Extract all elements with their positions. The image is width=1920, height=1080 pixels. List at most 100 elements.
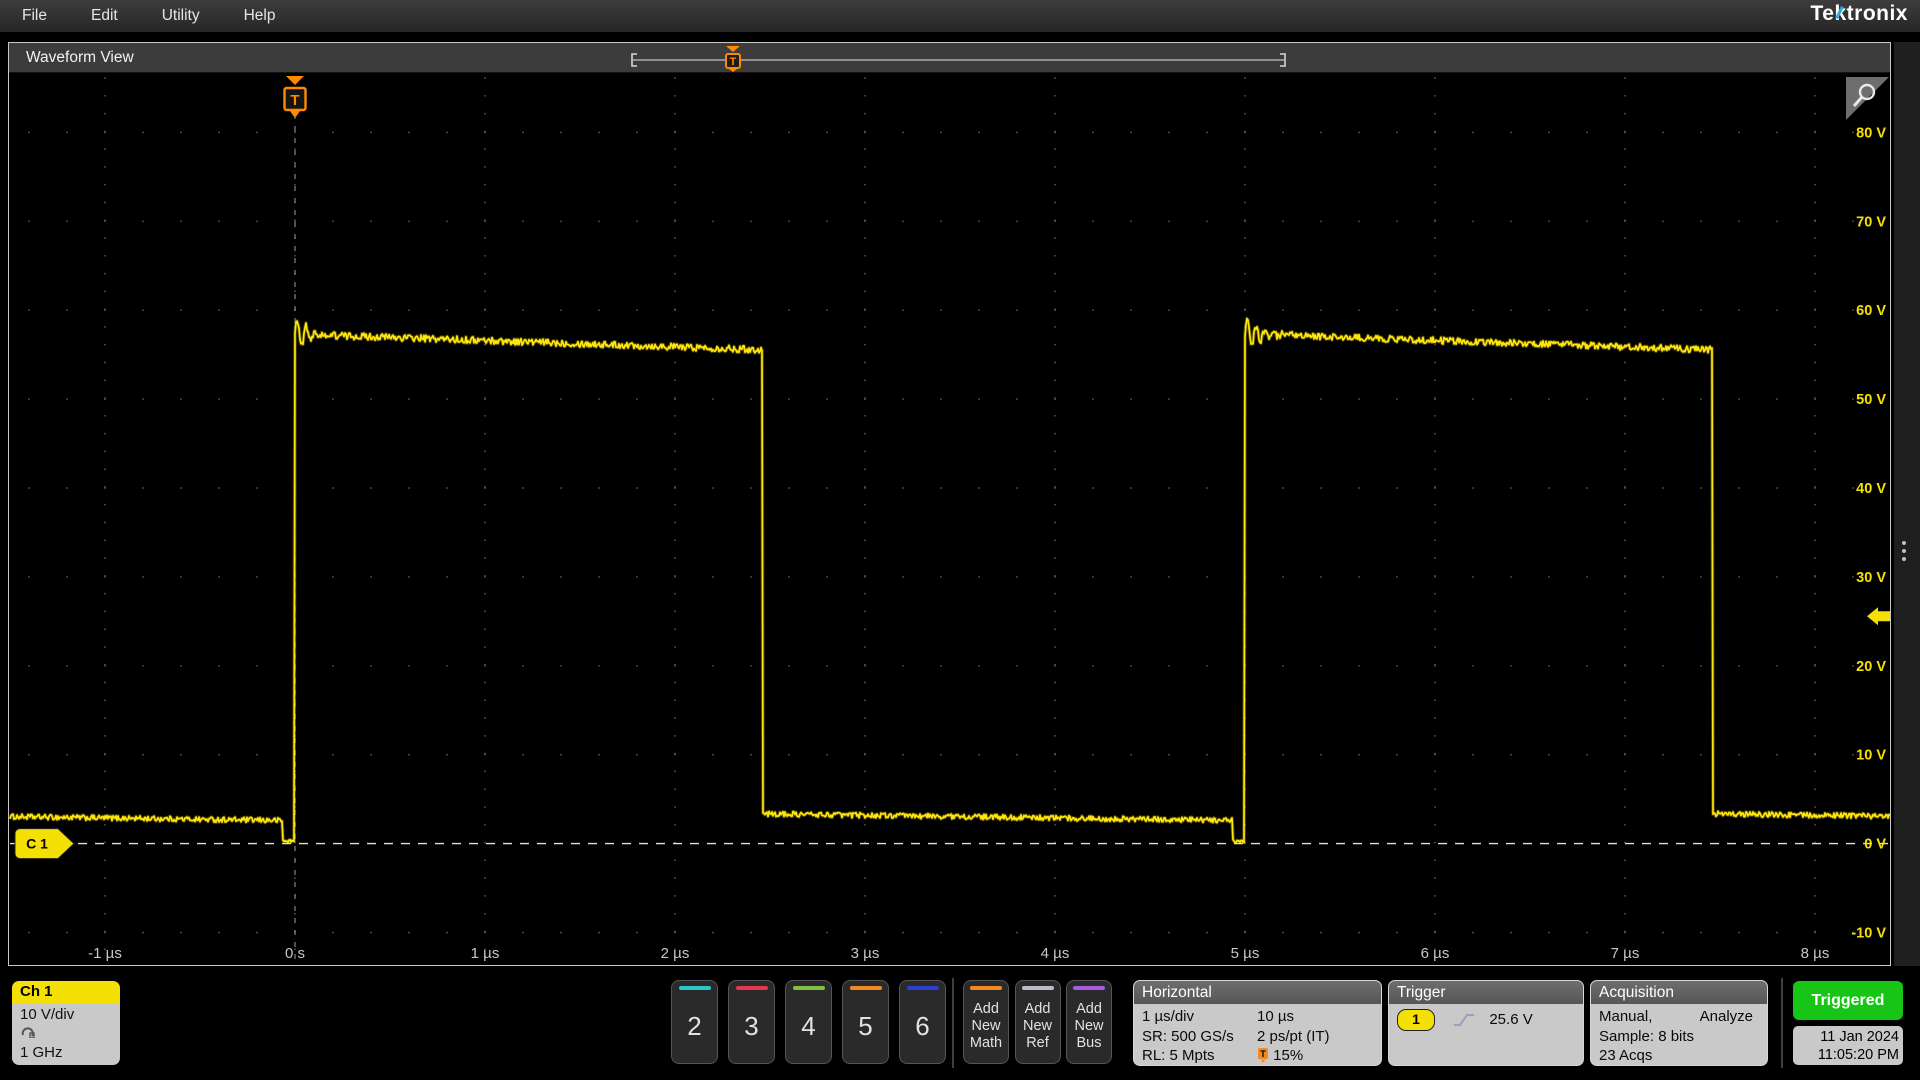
menu-item-utility[interactable]: Utility [140, 0, 222, 32]
horizontal-resolution: 2 ps/pt (IT) [1257, 1027, 1330, 1047]
x-axis-label: 6 µs [1421, 945, 1450, 962]
horizontal-panel[interactable]: Horizontal 1 µs/div 10 µs SR: 500 GS/s 2… [1133, 980, 1382, 1066]
handle-dot [1902, 549, 1906, 553]
channel-button-label: 4 [801, 990, 815, 1063]
divider [952, 978, 954, 1068]
waveform-trace-ch1 [10, 319, 1890, 843]
trigger-panel[interactable]: Trigger 1 25.6 V [1388, 980, 1584, 1066]
date-text: 11 Jan 2024 [1793, 1028, 1899, 1046]
waveform-view-panel: Waveform View T 80 V 70 V 60 V 50 V 40 V 30 V… [8, 42, 1891, 966]
logo-text: tronix [1847, 2, 1908, 25]
datetime-display: 11 Jan 2024 11:05:20 PM [1793, 1026, 1903, 1065]
channel-button-5[interactable]: 5 [842, 980, 889, 1064]
y-axis-label: -10 V [1851, 926, 1886, 942]
x-axis-label: 4 µs [1041, 945, 1070, 962]
triggered-status-badge: Triggered [1793, 981, 1903, 1020]
add-button-label: AddNewBus [1074, 990, 1103, 1063]
menu-bar: FileEditUtilityHelp Tektronix [0, 0, 1920, 32]
trigger-source-badge: 1 [1397, 1009, 1435, 1031]
channel-button-label: 3 [744, 990, 758, 1063]
channel-bandwidth: 1 GHz [20, 1043, 120, 1062]
graticule: 80 V 70 V 60 V 50 V 40 V 30 V 20 V 10 V 0 V -10 V… [9, 74, 1890, 965]
logo-text: Te [1811, 2, 1835, 25]
scrollbar-trigger-marker-icon[interactable]: T [726, 46, 740, 72]
acquisition-panel[interactable]: Acquisition Manual, Analyze Sample: 8 bi… [1590, 980, 1768, 1066]
y-axis-label: 80 V [1856, 125, 1886, 141]
channel-button-6[interactable]: 6 [899, 980, 946, 1064]
acquisition-count: 23 Acqs [1599, 1046, 1767, 1066]
trigger-panel-title: Trigger [1389, 981, 1583, 1004]
handle-dot [1902, 541, 1906, 545]
y-axis-label: 40 V [1856, 481, 1886, 497]
x-axis-label: 3 µs [851, 945, 880, 962]
horizontal-trigger-position: 15% [1257, 1046, 1303, 1066]
horizontal-scale: 1 µs/div [1142, 1008, 1194, 1025]
acquisition-mode: Manual, [1599, 1007, 1652, 1027]
horizontal-panel-body: 1 µs/div 10 µs SR: 500 GS/s 2 ps/pt (IT)… [1134, 1004, 1381, 1066]
trigger-position-value: 15% [1273, 1047, 1303, 1064]
trigger-level-arrow[interactable] [1867, 607, 1890, 625]
y-axis-label: 50 V [1856, 392, 1886, 408]
y-axis-label: 10 V [1856, 748, 1886, 764]
channel-button-4[interactable]: 4 [785, 980, 832, 1064]
y-axis-label: 20 V [1856, 659, 1886, 675]
handle-dot [1902, 557, 1906, 561]
channel-button-label: 5 [858, 990, 872, 1063]
trigger-position-flag[interactable]: T [285, 76, 306, 118]
channel-button-label: 2 [687, 990, 701, 1063]
svg-text:T: T [290, 92, 299, 109]
divider [1781, 978, 1783, 1068]
horizontal-window: 10 µs [1257, 1007, 1294, 1027]
trigger-level-value: 25.6 V [1489, 1011, 1532, 1028]
x-axis-label: 5 µs [1231, 945, 1260, 962]
settings-bar: Ch 1 10 V/div 1 GHz 23456 AddNewMath AddN… [0, 970, 1920, 1080]
probe-icon [20, 1025, 38, 1038]
x-axis-label: 8 µs [1801, 945, 1830, 962]
acquisition-sample: Sample: 8 bits [1599, 1027, 1767, 1047]
y-axis-label: 0 V [1864, 837, 1886, 853]
waveform-trace-ch1-glow [10, 319, 1890, 843]
menu-item-edit[interactable]: Edit [69, 0, 140, 32]
time-text: 11:05:20 PM [1793, 1046, 1899, 1064]
svg-text:C 1: C 1 [26, 836, 48, 852]
add-button-label: AddNewMath [970, 990, 1002, 1063]
tekscope-screen: { "menu": { "items": ["File", "Edit", "U… [0, 0, 1920, 1080]
add-new-bus-button[interactable]: AddNewBus [1066, 980, 1112, 1064]
panel-resize-handle[interactable] [1896, 536, 1912, 566]
channel-button-2[interactable]: 2 [671, 980, 718, 1064]
y-axis-label: 30 V [1856, 570, 1886, 586]
waveform-view-title: Waveform View [9, 49, 134, 66]
waveform-view-titlebar: Waveform View T [9, 43, 1890, 73]
channel-ref-badge-c1[interactable]: C 1 [15, 829, 74, 859]
horizontal-panel-title: Horizontal [1134, 981, 1381, 1004]
acquisition-panel-body: Manual, Analyze Sample: 8 bits 23 Acqs [1591, 1004, 1767, 1066]
channel-badge-body: 10 V/div 1 GHz [12, 1003, 120, 1065]
channel-button-3[interactable]: 3 [728, 980, 775, 1064]
tektronix-logo: Tektronix [1811, 2, 1908, 26]
right-edge-strip [1894, 42, 1920, 966]
y-axis-label: 70 V [1856, 214, 1886, 230]
channel-scale: 10 V/div [20, 1005, 120, 1024]
acquisition-analyze: Analyze [1700, 1007, 1753, 1027]
horizontal-record-length: RL: 5 Mpts [1142, 1047, 1215, 1064]
x-axis-label: 1 µs [471, 945, 500, 962]
trigger-panel-body: 1 25.6 V [1389, 1004, 1583, 1031]
y-axis-label: 60 V [1856, 303, 1886, 319]
add-new-math-button[interactable]: AddNewMath [963, 980, 1009, 1064]
rising-edge-slope-icon [1453, 1012, 1475, 1028]
menu-item-file[interactable]: File [0, 0, 69, 32]
channel-badge-title: Ch 1 [12, 981, 120, 1003]
horizontal-sample-rate: SR: 500 GS/s [1142, 1028, 1234, 1045]
add-new-ref-button[interactable]: AddNewRef [1015, 980, 1061, 1064]
logo-k: k [1834, 2, 1846, 26]
acquisition-panel-title: Acquisition [1591, 981, 1767, 1004]
trigger-position-icon [1257, 1047, 1269, 1063]
x-axis-label: 0 s [285, 945, 305, 962]
x-axis-label: 7 µs [1611, 945, 1640, 962]
menu-item-help[interactable]: Help [222, 0, 298, 32]
x-axis-label: 2 µs [661, 945, 690, 962]
x-axis-label: -1 µs [88, 945, 122, 962]
add-button-label: AddNewRef [1023, 990, 1052, 1063]
horizontal-position-scrollbar[interactable]: T [624, 45, 1296, 72]
channel-badge-ch1[interactable]: Ch 1 10 V/div 1 GHz [12, 981, 120, 1065]
